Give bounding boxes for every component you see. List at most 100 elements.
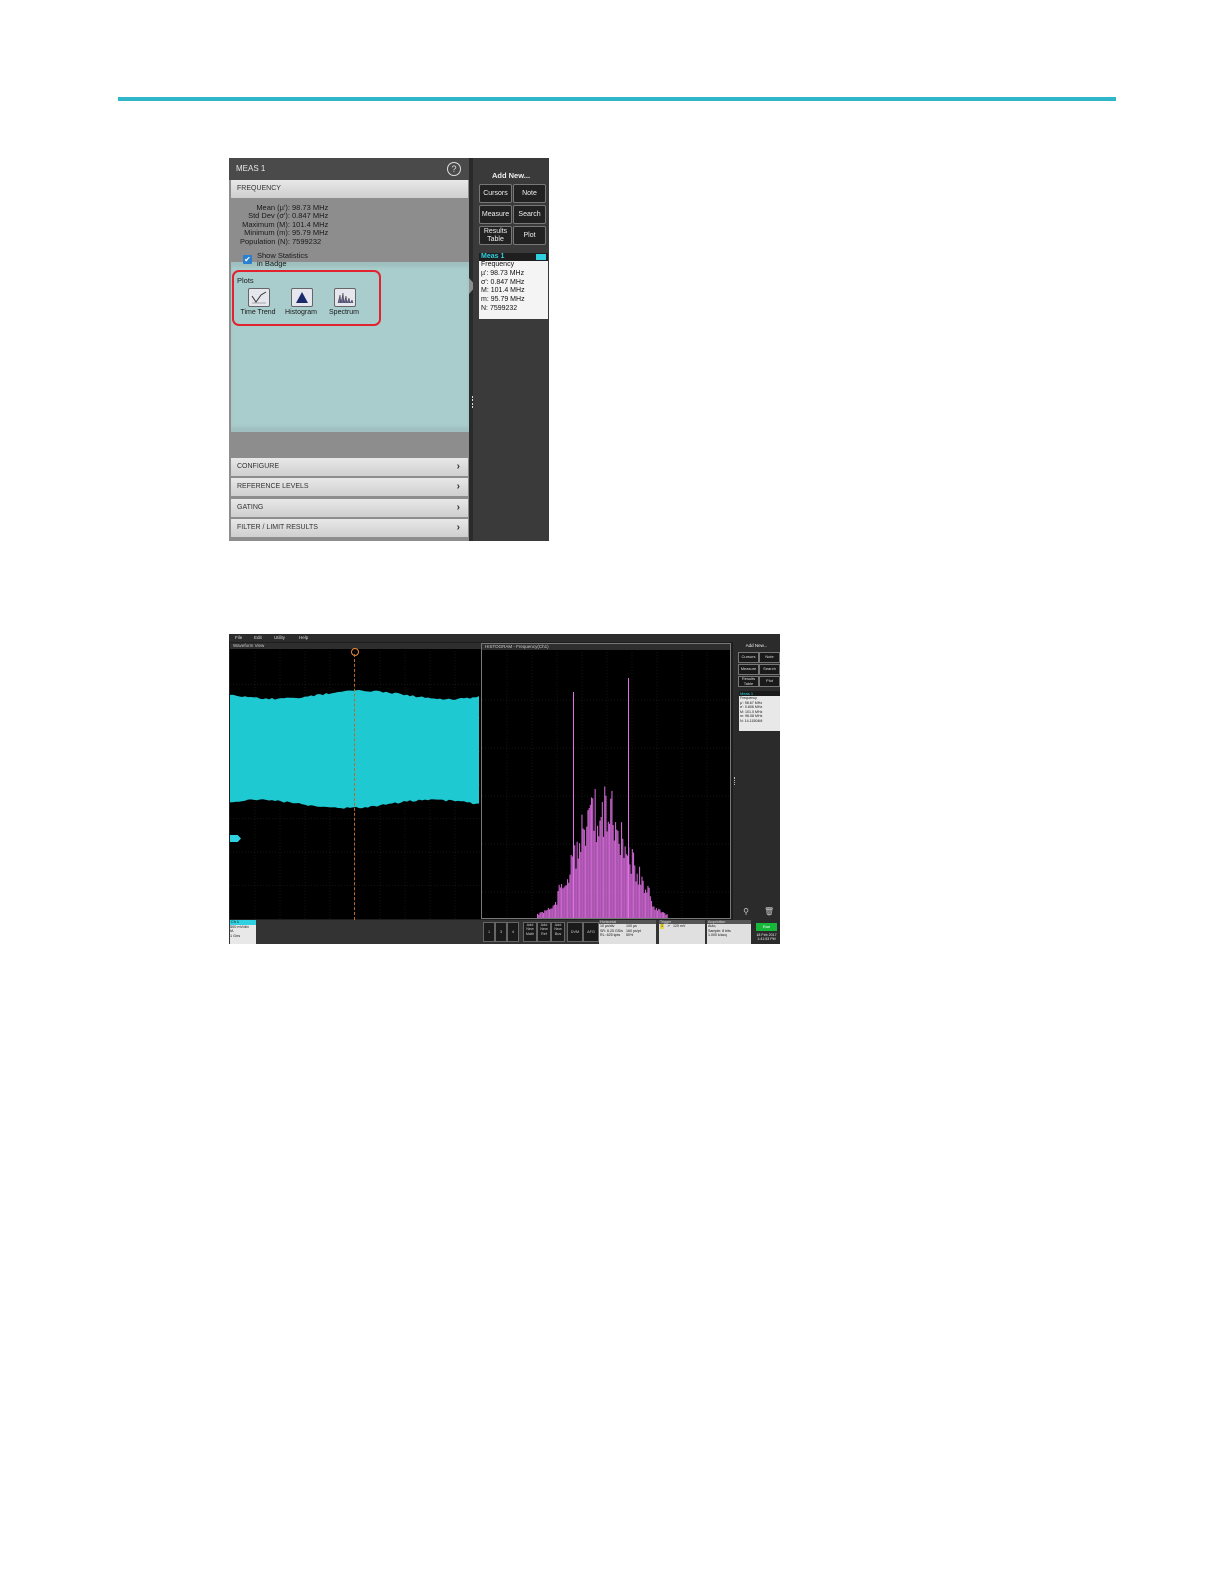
menu-help[interactable]: Help (299, 635, 308, 640)
histogram-bar (658, 909, 659, 918)
add-bus-button[interactable]: Add New Bus (551, 922, 565, 942)
histogram-button[interactable] (291, 288, 313, 307)
section-gating[interactable]: GATING › (231, 499, 468, 517)
add-ref-button[interactable]: Add New Ref (537, 922, 551, 942)
histogram-bar (553, 906, 554, 918)
histogram-bar (659, 910, 660, 918)
zoom-icon[interactable]: ⚲ (741, 907, 751, 917)
histogram-bar (635, 882, 636, 919)
histogram-bar (592, 798, 593, 918)
menu-file[interactable]: File (235, 635, 242, 640)
channel1-badge[interactable]: Ch 1 500 mV/div IA 1 Gns (230, 920, 256, 944)
histogram-bar (559, 885, 560, 918)
histogram-bar (604, 787, 605, 919)
histogram-bar (611, 791, 612, 918)
cursors-button[interactable]: Cursors (738, 652, 759, 663)
channel-4-button[interactable]: 4 (507, 922, 519, 942)
spectrum-icon (335, 289, 355, 306)
show-stats-checkbox[interactable]: ✔ (243, 255, 252, 264)
measurement-badge[interactable]: Meas 1 Frequency µ': 98.67 MHz σ': 0.806… (739, 691, 780, 731)
measure-button[interactable]: Measure (479, 205, 512, 224)
search-button[interactable]: Search (759, 664, 780, 675)
histogram-bar (627, 856, 628, 918)
histogram-bar (646, 893, 647, 919)
cursors-button[interactable]: Cursors (479, 184, 512, 203)
sidebar-resize-grip[interactable] (734, 777, 735, 785)
histogram-bar (638, 885, 639, 919)
search-button[interactable]: Search (513, 205, 546, 224)
meas-config-panel: MEAS 1 ? FREQUENCY Mean (µ'): 98.73 MHz St… (229, 158, 469, 541)
histogram-bar (640, 885, 641, 918)
dvm-button[interactable]: DVM (567, 922, 583, 942)
plot-button[interactable]: Plot (759, 676, 780, 687)
histogram-bar (633, 853, 634, 918)
badge-line: m: 95.79 MHz (479, 296, 548, 305)
histogram-bar (587, 810, 588, 918)
histogram-bar (591, 797, 592, 918)
histogram-bar (607, 831, 608, 918)
histogram-bar (656, 908, 657, 918)
histogram-bar (566, 885, 567, 918)
measure-button[interactable]: Measure (738, 664, 759, 675)
add-new-label: Add New... (473, 171, 549, 180)
histogram-bar (657, 911, 658, 918)
histogram-bar (598, 836, 599, 918)
trigger-badge[interactable]: Trigger 1 ↗ 120 mV (659, 920, 705, 944)
channel1-line: 1 Gns (230, 934, 256, 939)
histogram-bar (585, 846, 586, 918)
histogram-bar (569, 875, 570, 919)
histogram-bar (661, 913, 662, 919)
histogram-bar (571, 855, 572, 918)
channel-2-button[interactable]: 1 (483, 922, 495, 942)
histogram-bar (586, 827, 587, 918)
trash-icon[interactable]: 🗑 (764, 907, 774, 917)
horizontal-badge[interactable]: Horizontal 10 µs/div SR: 6.25 GS/s RL: 625… (599, 920, 656, 944)
measurement-badge[interactable]: Meas 1 Frequency µ': 98.73 MHz σ': 0.847… (479, 253, 548, 319)
section-reference-levels[interactable]: REFERENCE LEVELS › (231, 478, 468, 496)
section-frequency[interactable]: FREQUENCY (231, 180, 468, 198)
section-configure[interactable]: CONFIGURE › (231, 458, 468, 476)
histogram-bar (613, 825, 614, 918)
histogram-bar (575, 869, 576, 918)
histogram-bar (653, 906, 654, 918)
panel-title-bar: MEAS 1 ? (229, 158, 469, 180)
afg-button[interactable]: AFG (583, 922, 599, 942)
histogram-bar (555, 902, 556, 918)
histogram-bar (561, 884, 562, 918)
histogram-bar (663, 912, 664, 918)
histogram-bar (537, 914, 538, 918)
channel-3-button[interactable]: 3 (495, 922, 507, 942)
histogram-bar (620, 855, 621, 918)
add-math-button[interactable]: Add New Math (523, 922, 537, 942)
waveform-view[interactable]: Waveform View (230, 643, 481, 919)
trigger-marker-icon[interactable] (351, 648, 359, 656)
histogram-bar (539, 913, 540, 918)
results-table-button[interactable]: Results Table (738, 676, 759, 687)
help-icon[interactable]: ? (447, 162, 461, 176)
spectrum-button[interactable] (334, 288, 356, 307)
note-button[interactable]: Note (759, 652, 780, 663)
menu-edit[interactable]: Edit (254, 635, 262, 640)
menu-utility[interactable]: Utility (274, 635, 285, 640)
histogram-view[interactable]: HISTOGRAM - Frequency(Ch1) (481, 643, 731, 919)
results-table-button[interactable]: Results Table (479, 226, 512, 245)
histogram-bar (614, 841, 615, 919)
histogram-icon (292, 289, 312, 306)
histogram-bar (609, 824, 610, 918)
stat-row: Population (N): 7599232 (231, 238, 351, 246)
histogram-bar (548, 908, 549, 918)
histogram-bar (562, 888, 563, 918)
time-trend-button[interactable] (248, 288, 270, 307)
acquisition-badge[interactable]: Acquisition Auto, Sample: 8 bits 1.000 k… (707, 920, 751, 944)
badge-marker (536, 254, 546, 260)
histogram-bar (667, 914, 668, 918)
histogram-bar (655, 910, 656, 918)
stat-label: Population (N): (231, 238, 292, 246)
histogram-bar (541, 912, 542, 918)
section-filter-limit[interactable]: FILTER / LIMIT RESULTS › (231, 519, 468, 537)
note-button[interactable]: Note (513, 184, 546, 203)
plot-button[interactable]: Plot (513, 226, 546, 245)
histogram-bar (596, 842, 597, 918)
run-stop-button[interactable]: Run (756, 923, 777, 931)
histogram-spike (628, 678, 629, 918)
